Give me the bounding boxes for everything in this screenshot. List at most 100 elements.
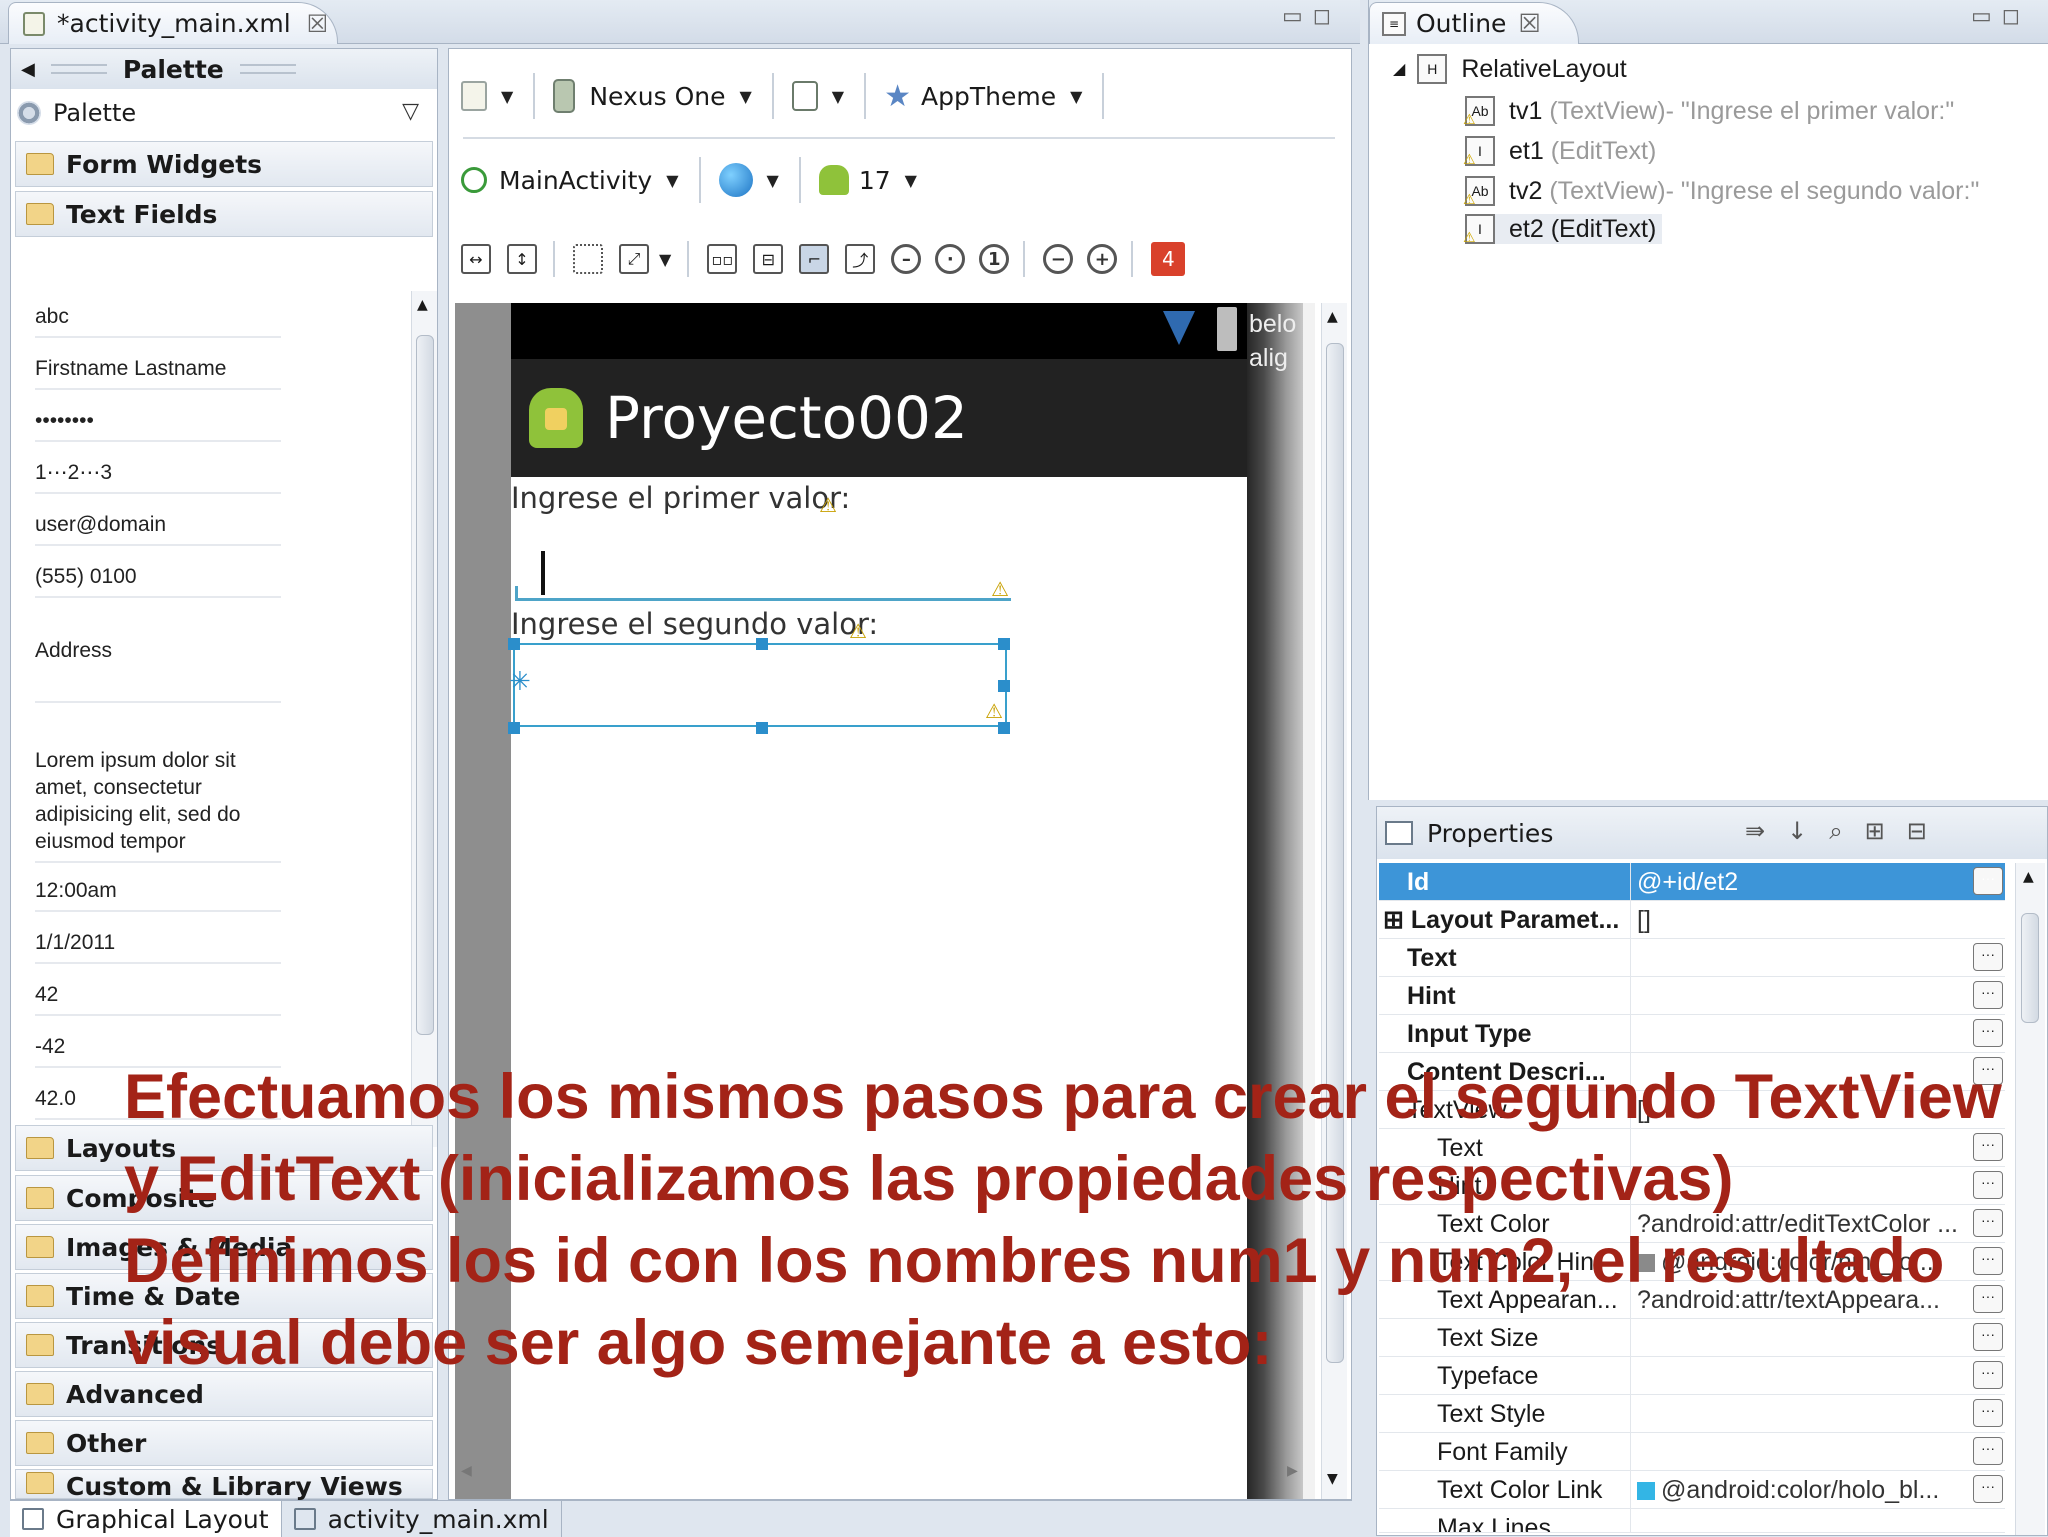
property-value[interactable] xyxy=(1631,1433,1973,1470)
scroll-up-icon[interactable]: ▲ xyxy=(2023,869,2034,885)
resize-handle[interactable] xyxy=(508,638,520,650)
maximize-icon[interactable]: ◻ xyxy=(1313,4,1341,29)
error-badge[interactable]: 4 xyxy=(1151,242,1186,276)
property-row-text[interactable]: Text ··· xyxy=(1379,939,2005,977)
activity-selector[interactable]: MainActivity ▼ xyxy=(461,166,679,195)
property-value[interactable]: [] xyxy=(1631,901,2005,938)
widget-postal-address[interactable]: Address xyxy=(35,637,281,703)
widget-number[interactable]: 42 xyxy=(35,981,281,1016)
palette-scrollbar[interactable]: ▲ xyxy=(411,291,437,1147)
outline-window-controls[interactable]: ▭◻ xyxy=(1971,4,2030,29)
expand-all-icon[interactable]: ⊞ xyxy=(1865,817,1907,845)
widget-multiline-text[interactable]: Lorem ipsum dolor sit amet, consectetur … xyxy=(35,747,281,863)
tab-graphical-layout[interactable]: Graphical Layout xyxy=(10,1501,282,1537)
editor-window-controls[interactable]: ▭◻ xyxy=(1282,4,1341,29)
outline-item-tv1[interactable]: Ab ⚠ tv1 (TextView) - "Ingrese el primer … xyxy=(1463,96,1954,127)
resize-handle[interactable] xyxy=(508,722,520,734)
widget-person-name[interactable]: Firstname Lastname xyxy=(35,355,281,390)
textview-tv2[interactable]: Ingrese el segundo valor: xyxy=(511,607,878,641)
outline-item-et1[interactable]: I ⚠ et1 (EditText) xyxy=(1463,136,1656,167)
scrollbar-thumb[interactable] xyxy=(2021,913,2039,1023)
widget-phone[interactable]: (555) 0100 xyxy=(35,563,281,598)
category-form-widgets[interactable]: Form Widgets xyxy=(15,141,433,187)
category-custom-library-views[interactable]: Custom & Library Views xyxy=(15,1469,433,1501)
widget-date[interactable]: 1/1/2011 xyxy=(35,929,281,964)
property-row-hint[interactable]: Hint ··· xyxy=(1379,977,2005,1015)
zoom-out-icon[interactable]: − xyxy=(1043,244,1074,274)
resize-handle[interactable] xyxy=(756,638,768,650)
category-text-fields[interactable]: Text Fields xyxy=(15,191,433,237)
resize-handle[interactable] xyxy=(998,638,1010,650)
fill-width-icon[interactable]: ↔ xyxy=(461,244,491,274)
zoom-in-icon[interactable]: + xyxy=(1087,244,1118,274)
fill-height-icon[interactable]: ↕ xyxy=(507,244,537,274)
ellipsis-button[interactable]: ··· xyxy=(1973,981,2003,1009)
property-row-id[interactable]: Id @+id/et2 ··· xyxy=(1379,863,2005,901)
margins-icon[interactable] xyxy=(573,244,603,274)
tab-xml-source[interactable]: activity_main.xml xyxy=(282,1501,562,1537)
property-value[interactable] xyxy=(1631,1395,1973,1432)
dropdown-arrow-icon[interactable]: ▼ xyxy=(659,250,671,269)
api-level-selector[interactable]: 17 ▼ xyxy=(818,165,917,195)
ellipsis-button[interactable]: ··· xyxy=(1973,1475,2003,1503)
ellipsis-button[interactable]: ··· xyxy=(1973,1019,2003,1047)
zoom-actual-icon[interactable]: 1 xyxy=(979,244,1010,274)
widget-password[interactable]: •••••••• xyxy=(35,407,281,442)
collapse-arrow-icon[interactable]: ◀ xyxy=(21,59,35,80)
scroll-down-icon[interactable]: ▼ xyxy=(1327,1471,1338,1487)
resize-handle[interactable] xyxy=(756,722,768,734)
close-tab-icon[interactable]: ☒ xyxy=(307,10,329,38)
ellipsis-button[interactable]: ··· xyxy=(1973,1437,2003,1465)
zoom-emulate-icon[interactable]: – xyxy=(891,244,922,274)
property-row-layout-params[interactable]: ⊞ Layout Paramet...[] xyxy=(1379,901,2005,939)
center-icon[interactable]: ⊟ xyxy=(753,244,784,274)
widget-password-numeric[interactable]: 1⋯2⋯3 xyxy=(35,459,281,494)
align-baseline-icon[interactable]: ▫▫ xyxy=(707,244,738,274)
property-row-max-lines[interactable]: Max Lines xyxy=(1379,1509,2005,1533)
resize-handle[interactable] xyxy=(998,722,1010,734)
property-row-text-style[interactable]: Text Style ··· xyxy=(1379,1395,2005,1433)
widget-email[interactable]: user@domain xyxy=(35,511,281,546)
properties-toolbar[interactable]: ⇛↓⌕⊞⊟ xyxy=(1745,817,1949,845)
property-value[interactable] xyxy=(1631,1015,1973,1052)
property-value[interactable] xyxy=(1631,977,1973,1014)
scroll-up-icon[interactable]: ▲ xyxy=(417,297,428,313)
minimize-icon[interactable]: ▭ xyxy=(1282,4,1313,29)
ellipsis-button[interactable]: ··· xyxy=(1973,943,2003,971)
expand-icon[interactable]: ⊞ xyxy=(1383,906,1404,934)
property-row-font-family[interactable]: Font Family ··· xyxy=(1379,1433,2005,1471)
property-row-text-color-link[interactable]: Text Color Link @android:color/holo_bl...… xyxy=(1379,1471,2005,1509)
ellipsis-button[interactable]: ··· xyxy=(1973,1399,2003,1427)
property-value[interactable] xyxy=(1631,939,1973,976)
scrollbar-thumb[interactable] xyxy=(416,335,434,1035)
scroll-up-icon[interactable]: ▲ xyxy=(1327,309,1338,325)
widget-plain-text[interactable]: abc xyxy=(35,303,281,338)
auto-connect-icon[interactable]: ⤴ xyxy=(845,244,876,274)
palette-selector[interactable]: Palette ▽ xyxy=(11,93,437,133)
config-button[interactable]: ▼ xyxy=(461,81,513,111)
widget-time[interactable]: 12:00am xyxy=(35,877,281,912)
dropdown-arrow-icon[interactable]: ▽ xyxy=(402,99,419,124)
outline-tab[interactable]: ≡ Outline ☒ xyxy=(1369,2,1579,44)
ellipsis-button[interactable]: ··· xyxy=(1973,867,2003,895)
outline-item-et2-selected[interactable]: I ⚠ et2 (EditText) xyxy=(1463,214,1663,245)
snap-to-grid-icon[interactable]: ⌐ xyxy=(799,244,830,274)
property-value[interactable]: @android:color/holo_bl... xyxy=(1631,1471,1973,1508)
resize-icon[interactable]: ⤢ xyxy=(619,244,649,274)
textview-tv1[interactable]: Ingrese el primer valor: xyxy=(511,481,850,515)
resize-handle[interactable] xyxy=(998,680,1010,692)
outline-item-tv2[interactable]: Ab ⚠ tv2 (TextView) - "Ingrese el segundo… xyxy=(1463,176,1979,207)
property-value[interactable] xyxy=(1631,1509,2005,1532)
device-selector[interactable]: Nexus One ▼ xyxy=(553,79,752,113)
scroll-right-icon[interactable]: ▶ xyxy=(1287,1463,1298,1479)
collapse-all-icon[interactable]: ⊟ xyxy=(1907,817,1949,845)
edittext-et1[interactable]: ⚠ xyxy=(515,541,1011,601)
edittext-et2-selected[interactable]: ✳ ⚠ xyxy=(508,638,1010,734)
outline-root-relativelayout[interactable]: ◢ H RelativeLayout xyxy=(1393,54,1627,84)
minimize-icon[interactable]: ▭ xyxy=(1971,4,2002,29)
scroll-left-icon[interactable]: ◀ xyxy=(461,1463,472,1479)
orientation-button[interactable]: ▼ xyxy=(791,81,844,111)
locale-selector[interactable]: ▼ xyxy=(718,163,779,197)
theme-selector[interactable]: ★ AppTheme ▼ xyxy=(884,79,1082,114)
property-value[interactable]: @+id/et2 xyxy=(1631,863,1973,900)
